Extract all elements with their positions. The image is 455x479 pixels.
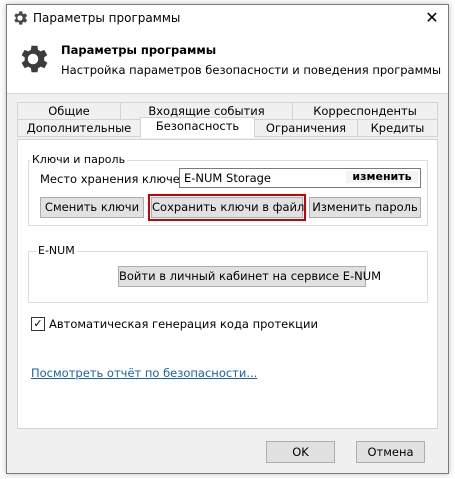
header-subtitle: Настройка параметров безопасности и пове… <box>61 63 442 77</box>
auto-protect-checkbox[interactable]: ✓ <box>31 317 45 331</box>
tab-general[interactable]: Общие <box>17 102 121 120</box>
save-keys-to-file-button[interactable]: Сохранить ключи в файл <box>148 194 306 221</box>
tab-security[interactable]: Безопасность <box>140 117 255 138</box>
storage-label: Место хранения ключей: <box>40 172 192 186</box>
change-storage-button[interactable]: изменить <box>346 171 418 183</box>
gear-icon <box>14 11 28 25</box>
title-bar[interactable]: Параметры программы ✕ <box>7 5 448 31</box>
security-tab-panel: Ключи и пароль Место хранения ключей: E-… <box>17 139 438 429</box>
security-report-link[interactable]: Посмотреть отчёт по безопасности... <box>31 366 257 380</box>
tab-restrictions[interactable]: Ограничения <box>254 119 358 137</box>
tab-correspondents[interactable]: Корреспонденты <box>292 102 438 120</box>
header-title: Параметры программы <box>61 43 217 57</box>
change-keys-button[interactable]: Сменить ключи <box>40 197 144 218</box>
close-button[interactable]: ✕ <box>416 5 448 31</box>
auto-protect-label[interactable]: Автоматическая генерация кода протекции <box>49 317 318 331</box>
ok-button[interactable]: OK <box>266 441 335 463</box>
storage-field[interactable]: E-NUM Storage изменить <box>179 168 421 188</box>
keys-group-title: Ключи и пароль <box>30 153 128 166</box>
cancel-button[interactable]: Отмена <box>356 441 425 463</box>
tab-credits[interactable]: Кредиты <box>357 119 438 137</box>
window-title: Параметры программы <box>33 11 181 25</box>
tab-additional[interactable]: Дополнительные <box>17 119 141 137</box>
gear-icon <box>21 45 48 73</box>
storage-value: E-NUM Storage <box>184 171 272 185</box>
enum-login-button[interactable]: Войти в личный кабинет на сервисе E-NUM <box>118 266 381 287</box>
settings-dialog: Параметры программы ✕ Параметры программ… <box>6 4 449 474</box>
enum-group-title: E-NUM <box>36 244 77 257</box>
change-password-button[interactable]: Изменить пароль <box>309 197 421 218</box>
dialog-header: Параметры программы Настройка параметров… <box>7 31 448 94</box>
